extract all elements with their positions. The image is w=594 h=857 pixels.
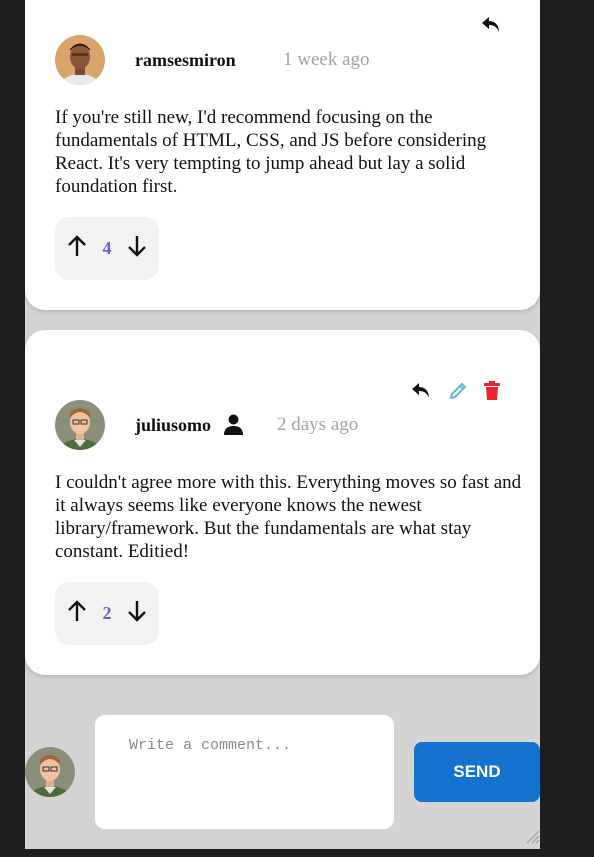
user-icon (224, 414, 243, 440)
comment-card: juliusomo 2 days ago I couldn't agree mo… (25, 330, 540, 675)
upvote-arrow-icon[interactable] (67, 600, 87, 627)
resize-grip-icon[interactable] (524, 828, 540, 849)
downvote-arrow-icon[interactable] (127, 235, 147, 262)
avatar (55, 400, 105, 450)
delete-icon[interactable] (484, 381, 500, 405)
upvote-arrow-icon[interactable] (67, 235, 87, 262)
vote-count: 4 (102, 238, 112, 258)
comment-card: ramsesmiron 1 week ago If you're still n… (25, 0, 540, 310)
send-button[interactable]: SEND (414, 742, 540, 802)
avatar (55, 35, 105, 85)
edit-icon[interactable] (448, 381, 468, 406)
comment-timestamp: 2 days ago (277, 414, 359, 435)
current-user-avatar (25, 747, 75, 797)
comment-body: If you're still new, I'd recommend focus… (55, 107, 487, 197)
reply-icon[interactable] (411, 382, 431, 405)
comments-page: ramsesmiron 1 week ago If you're still n… (25, 0, 540, 849)
comment-body: I couldn't agree more with this. Everyth… (55, 472, 522, 562)
downvote-arrow-icon[interactable] (127, 600, 147, 627)
comment-timestamp: 1 week ago (283, 49, 370, 70)
username: ramsesmiron (135, 50, 236, 70)
username: juliusomo (135, 415, 212, 435)
comment-input[interactable] (95, 715, 394, 829)
vote-count: 2 (102, 603, 112, 623)
vote-widget: 4 (55, 217, 159, 280)
vote-widget: 2 (55, 582, 159, 645)
reply-icon[interactable] (481, 16, 501, 39)
